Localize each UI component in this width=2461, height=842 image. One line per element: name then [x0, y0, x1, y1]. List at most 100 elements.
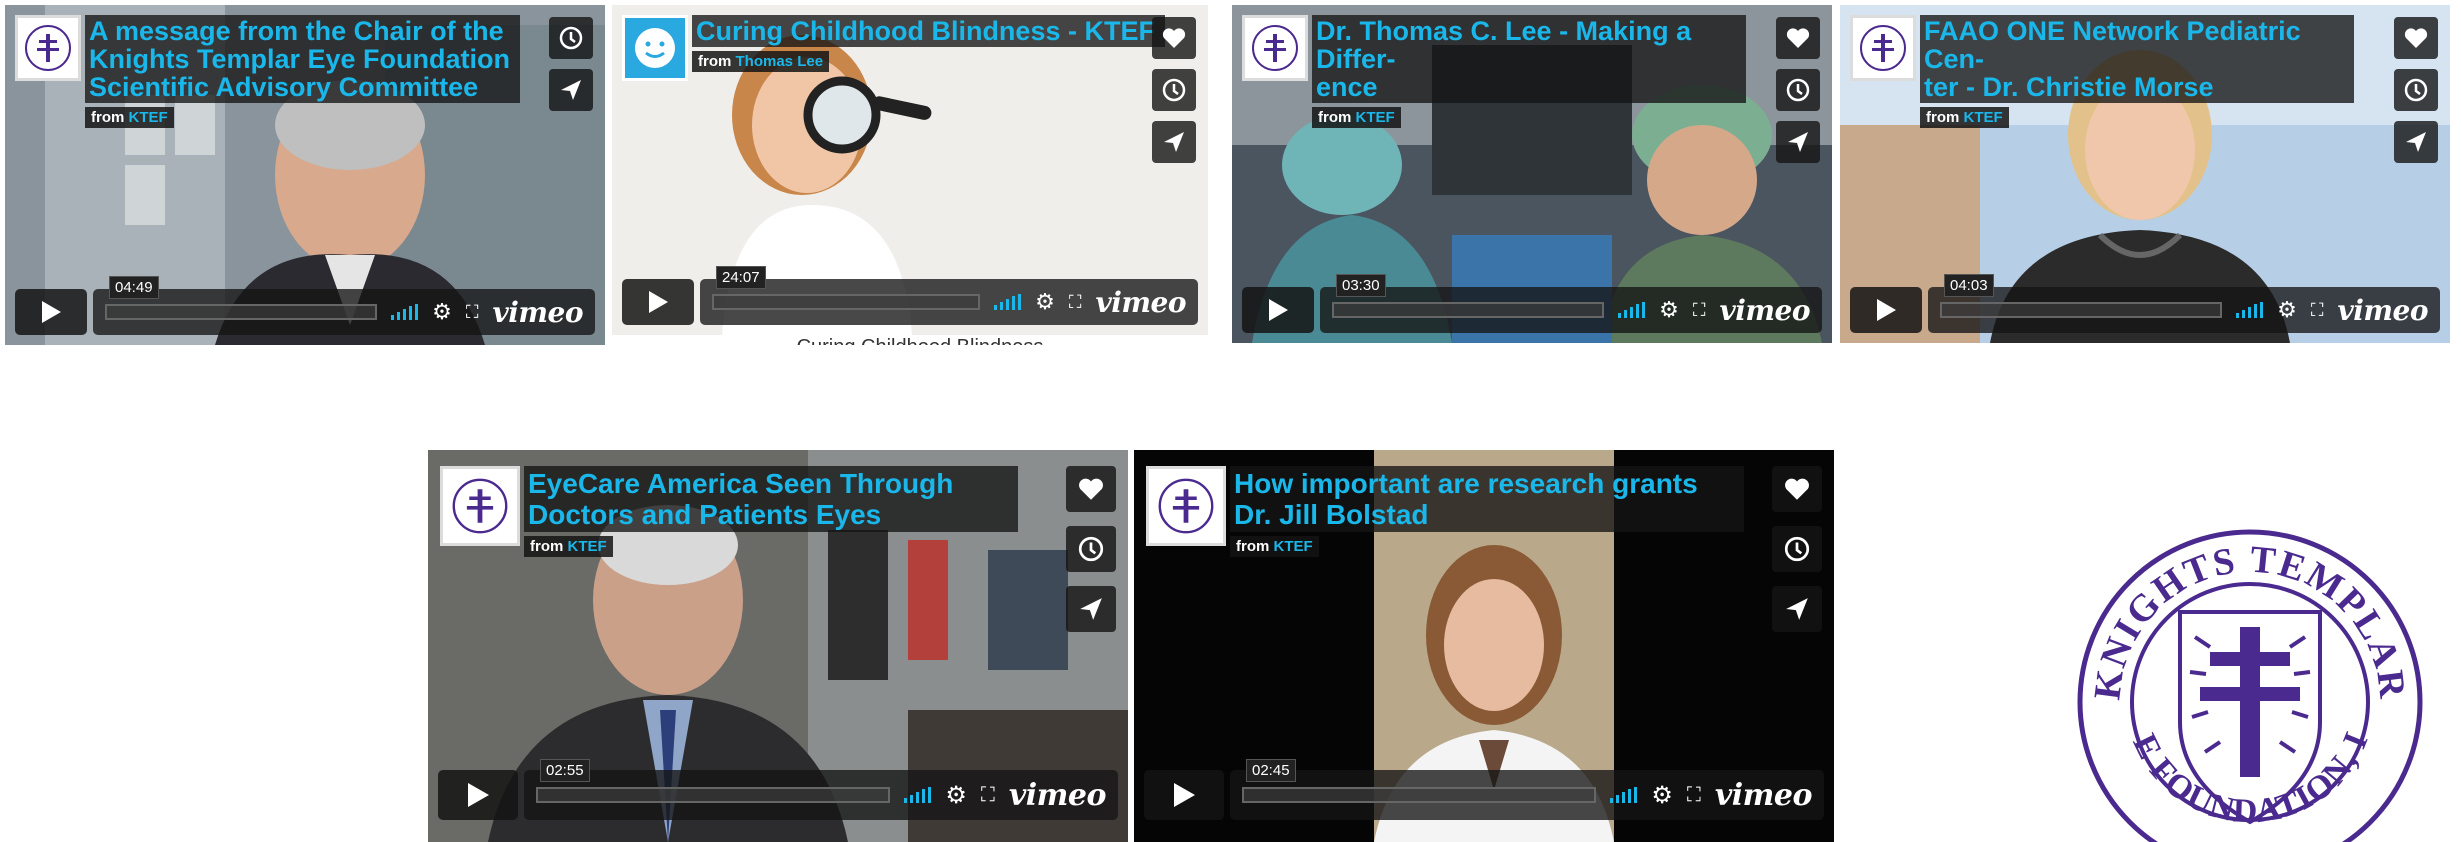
- video-byline: from KTEF: [1920, 107, 2009, 128]
- settings-icon[interactable]: ⚙: [1659, 297, 1679, 323]
- author-link[interactable]: KTEF: [1356, 109, 1395, 126]
- like-button[interactable]: [1772, 466, 1822, 512]
- ktef-avatar[interactable]: [1850, 15, 1916, 81]
- watch-later-button[interactable]: [1772, 526, 1822, 572]
- like-button[interactable]: [1776, 17, 1820, 59]
- settings-icon[interactable]: ⚙: [1035, 289, 1055, 315]
- author-link[interactable]: Thomas Lee: [736, 53, 824, 70]
- volume-icon[interactable]: [1610, 787, 1638, 803]
- play-button[interactable]: [15, 289, 87, 335]
- video-player-2[interactable]: Curing Childhood Blindness - KTEF from T…: [612, 5, 1208, 335]
- settings-icon[interactable]: ⚙: [1651, 781, 1673, 810]
- video-title-box: Dr. Thomas C. Lee - Making a Differ- enc…: [1242, 15, 1746, 128]
- clock-icon: [1078, 536, 1104, 562]
- watch-later-button[interactable]: [2394, 69, 2438, 111]
- send-icon: [2406, 132, 2426, 152]
- vimeo-logo[interactable]: vimeo: [492, 296, 583, 329]
- volume-icon[interactable]: [994, 294, 1022, 310]
- send-icon: [1164, 132, 1184, 152]
- share-button[interactable]: [1152, 121, 1196, 163]
- fullscreen-icon[interactable]: ⛶: [1693, 300, 1706, 321]
- author-link[interactable]: KTEF: [568, 538, 607, 555]
- like-button[interactable]: [1152, 17, 1196, 59]
- settings-icon[interactable]: ⚙: [2277, 297, 2297, 323]
- fullscreen-icon[interactable]: ⛶: [2311, 300, 2324, 321]
- control-bar: 02:55 ⚙ ⛶ vimeo: [524, 759, 1118, 820]
- fullscreen-icon[interactable]: ⛶: [1687, 784, 1701, 807]
- send-icon: [1788, 132, 1808, 152]
- heart-icon: [1785, 478, 1809, 500]
- video-title[interactable]: A message from the Chair of the Knights …: [85, 15, 521, 103]
- settings-icon[interactable]: ⚙: [945, 781, 967, 810]
- video-title[interactable]: How important are research grants Dr. Ji…: [1230, 466, 1744, 532]
- play-button[interactable]: [1850, 287, 1922, 333]
- play-button[interactable]: [622, 279, 694, 325]
- settings-icon[interactable]: ⚙: [432, 299, 452, 325]
- vimeo-logo[interactable]: vimeo: [2337, 294, 2428, 327]
- video-title[interactable]: Curing Childhood Blindness - KTEF: [692, 15, 1165, 47]
- play-icon: [1174, 783, 1195, 807]
- video-title[interactable]: EyeCare America Seen Through Doctors and…: [524, 466, 1018, 532]
- clock-icon: [1784, 536, 1810, 562]
- control-bar: 04:03 ⚙ ⛶ vimeo: [1928, 274, 2440, 333]
- ktef-avatar[interactable]: [1146, 466, 1226, 546]
- progress-track[interactable]: 04:49: [105, 276, 378, 320]
- video-player-6[interactable]: How important are research grants Dr. Ji…: [1134, 450, 1834, 842]
- watch-later-button[interactable]: [1066, 526, 1116, 572]
- progress-track[interactable]: 24:07: [712, 266, 981, 310]
- like-button[interactable]: [2394, 17, 2438, 59]
- fullscreen-icon[interactable]: ⛶: [981, 784, 995, 807]
- volume-icon[interactable]: [2236, 302, 2264, 318]
- play-icon: [468, 783, 489, 807]
- control-bar: 24:07 ⚙ ⛶ vimeo: [700, 266, 1198, 325]
- watch-later-button[interactable]: [1152, 69, 1196, 111]
- share-button[interactable]: [2394, 121, 2438, 163]
- play-button[interactable]: [1144, 770, 1224, 820]
- fullscreen-icon[interactable]: ⛶: [466, 302, 479, 323]
- ktef-logo: KNIGHTS TEMPLAR EYE FOUNDATION, Inc.: [2070, 522, 2423, 842]
- progress-track[interactable]: 02:55: [536, 759, 891, 803]
- volume-icon[interactable]: [391, 304, 419, 320]
- control-bar: 02:45 ⚙ ⛶ vimeo: [1230, 759, 1824, 820]
- vimeo-logo[interactable]: vimeo: [1715, 778, 1813, 813]
- volume-icon[interactable]: [1618, 302, 1646, 318]
- video-player-1[interactable]: A message from the Chair of the Knights …: [5, 5, 605, 345]
- share-button[interactable]: [1776, 121, 1820, 163]
- author-link[interactable]: KTEF: [1274, 538, 1313, 555]
- fullscreen-icon[interactable]: ⛶: [1069, 292, 1082, 313]
- like-button[interactable]: [1066, 466, 1116, 512]
- video-title[interactable]: Dr. Thomas C. Lee - Making a Differ- enc…: [1312, 15, 1746, 103]
- duration-label: 03:30: [1336, 274, 1386, 297]
- vimeo-logo[interactable]: vimeo: [1009, 778, 1107, 813]
- share-button[interactable]: [1772, 586, 1822, 632]
- video-player-4[interactable]: FAAO ONE Network Pediatric Cen- ter - Dr…: [1840, 5, 2450, 343]
- send-icon: [561, 80, 581, 100]
- author-link[interactable]: KTEF: [129, 109, 168, 126]
- ktef-avatar[interactable]: [440, 466, 520, 546]
- ktef-avatar[interactable]: [15, 15, 81, 81]
- video-title-box: How important are research grants Dr. Ji…: [1146, 466, 1744, 557]
- progress-track[interactable]: 02:45: [1242, 759, 1597, 803]
- vimeo-logo[interactable]: vimeo: [1095, 286, 1186, 319]
- share-button[interactable]: [549, 69, 593, 111]
- control-bar: 04:49 ⚙ ⛶ vimeo: [93, 276, 595, 335]
- progress-track[interactable]: 03:30: [1332, 274, 1605, 318]
- author-link[interactable]: KTEF: [1964, 109, 2003, 126]
- share-button[interactable]: [1066, 586, 1116, 632]
- volume-icon[interactable]: [904, 787, 932, 803]
- send-icon: [1786, 598, 1808, 620]
- watch-later-button[interactable]: [549, 17, 593, 59]
- play-button[interactable]: [1242, 287, 1314, 333]
- ktef-avatar[interactable]: [1242, 15, 1308, 81]
- vimeo-logo[interactable]: vimeo: [1719, 294, 1810, 327]
- video-player-5[interactable]: EyeCare America Seen Through Doctors and…: [428, 450, 1128, 842]
- video-player-3[interactable]: Dr. Thomas C. Lee - Making a Differ- enc…: [1232, 5, 1832, 343]
- clock-icon: [2404, 78, 2428, 102]
- play-button[interactable]: [438, 770, 518, 820]
- play-icon: [649, 291, 668, 313]
- user-avatar[interactable]: [622, 15, 688, 81]
- progress-track[interactable]: 04:03: [1940, 274, 2223, 318]
- clock-icon: [559, 26, 583, 50]
- video-title[interactable]: FAAO ONE Network Pediatric Cen- ter - Dr…: [1920, 15, 2354, 103]
- watch-later-button[interactable]: [1776, 69, 1820, 111]
